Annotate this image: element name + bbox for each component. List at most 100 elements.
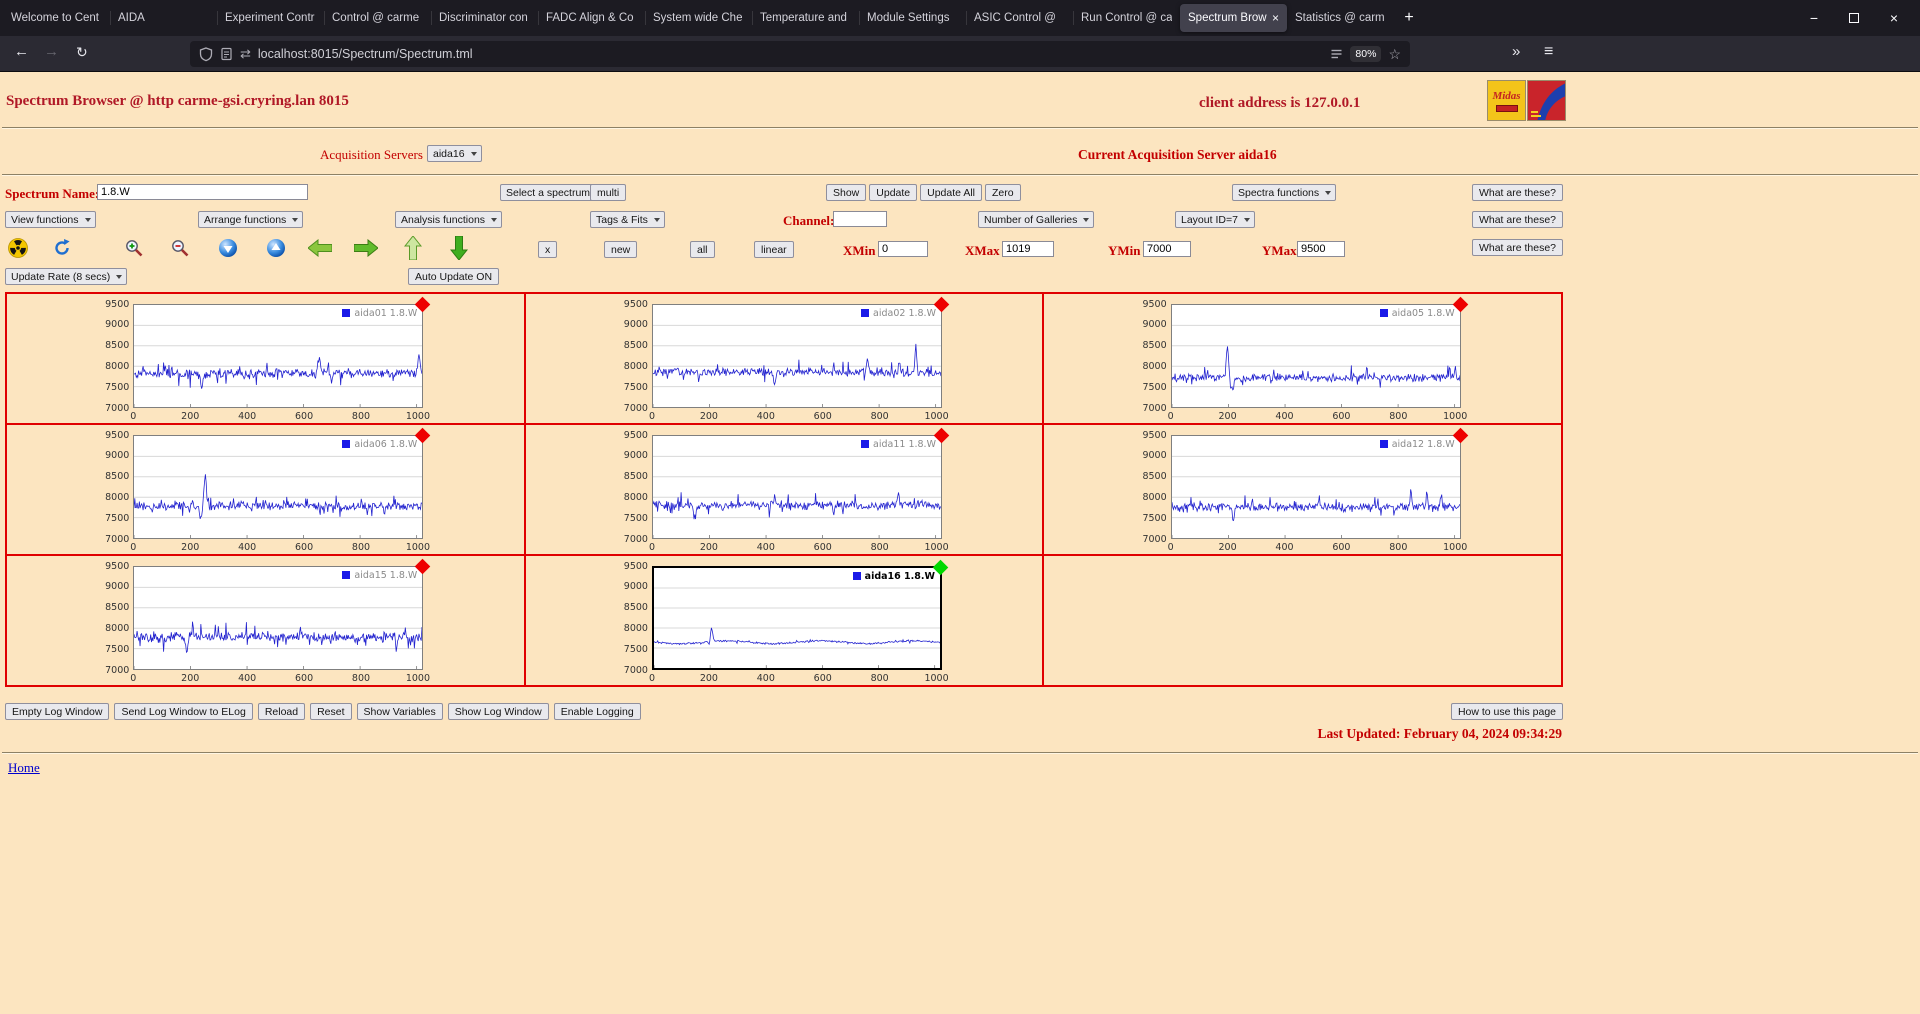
x-tick-label: 800 [870,410,889,422]
bookmark-star-icon[interactable]: ☆ [1388,46,1401,63]
refresh-icon[interactable] [52,238,72,258]
y-tick-label: 7000 [623,402,648,414]
show-log-window-button[interactable]: Show Log Window [447,703,549,720]
window-maximize-button[interactable] [1834,10,1874,26]
window-minimize-button[interactable]: − [1794,10,1834,26]
browser-tab[interactable]: System wide Che [645,4,752,32]
reset-button[interactable]: Reset [310,703,352,720]
tags-fits-select[interactable]: Tags & Fits [590,211,665,228]
page-info-icon[interactable] [220,47,233,61]
tab-title: System wide Che [653,12,743,24]
spectrum-panel-aida15[interactable]: 7000 7500 8000 8500 9000 9500 0 200 400 600 800 100… [6,555,525,686]
linear-button[interactable]: linear [754,241,794,258]
reload-button[interactable]: ↻ [76,44,88,61]
tab-close-icon[interactable]: × [1272,11,1279,25]
browser-tab[interactable]: FADC Align & Co [538,4,645,32]
forward-button[interactable]: → [44,43,59,60]
zero-button[interactable]: Zero [985,184,1021,201]
new-button[interactable]: new [604,241,638,258]
spectrum-panel-aida02[interactable]: 7000 7500 8000 8500 9000 9500 0 200 400 600 800 100… [524,293,1044,424]
spectrum-panel-aida05[interactable]: 7000 7500 8000 8500 9000 9500 0 200 400 600 800 100… [1043,293,1562,424]
green-arrow-left-icon[interactable] [308,239,332,257]
auto-update-toggle[interactable]: Auto Update ON [408,268,500,285]
plot-area[interactable]: aida16 1.8.W [651,559,949,670]
sphere-arrow-down-icon[interactable] [218,238,238,258]
number-of-galleries-select[interactable]: Number of Galleries [978,211,1095,228]
zoom-out-icon[interactable] [170,238,190,258]
new-tab-button[interactable]: + [1394,0,1424,36]
plot-area[interactable]: aida05 1.8.W [1170,296,1468,408]
all-button[interactable]: all [690,241,715,258]
browser-tab[interactable]: AIDA [110,4,217,32]
multi-button[interactable]: multi [590,184,627,201]
zoom-level-badge[interactable]: 80% [1350,46,1382,62]
enable-logging-button[interactable]: Enable Logging [553,703,641,720]
send-log-to-elog-button[interactable]: Send Log Window to ELog [114,703,253,720]
reader-mode-icon[interactable] [1330,48,1343,61]
tab-title: Spectrum Brow [1188,12,1267,24]
spectrum-panel-aida12[interactable]: 7000 7500 8000 8500 9000 9500 0 200 400 600 800 100… [1043,424,1562,555]
spectrum-panel-aida01[interactable]: 7000 7500 8000 8500 9000 9500 0 200 400 600 800 100… [6,293,525,424]
spectrum-panel-aida11[interactable]: 7000 7500 8000 8500 9000 9500 0 200 400 600 800 100… [524,424,1044,555]
browser-tab[interactable]: Statistics @ carm [1287,4,1394,32]
xmin-input[interactable] [878,241,928,257]
y-tick-label: 7000 [1142,402,1167,414]
xmax-input[interactable] [1002,241,1054,257]
plot-area[interactable]: aida06 1.8.W [133,427,431,539]
plot-area[interactable]: aida12 1.8.W [1170,427,1468,539]
x-button[interactable]: x [538,241,558,258]
what-are-these-button-1[interactable]: What are these? [1471,184,1563,201]
url-text[interactable]: localhost:8015/Spectrum/Spectrum.tml [258,47,1324,61]
acquisition-server-select[interactable]: aida16 [427,145,482,162]
plot-area[interactable]: aida01 1.8.W [133,296,431,408]
browser-tab[interactable]: Run Control @ ca [1073,4,1180,32]
browser-tab[interactable]: Control @ carme [324,4,431,32]
browser-tab[interactable]: Temperature and [752,4,859,32]
arrange-functions-select[interactable]: Arrange functions [198,211,304,228]
plot-area[interactable]: aida15 1.8.W [133,558,431,670]
browser-tab[interactable]: Discriminator con [431,4,538,32]
update-rate-select[interactable]: Update Rate (8 secs) [5,268,128,285]
permissions-icon[interactable]: ⇄ [240,46,251,62]
show-variables-button[interactable]: Show Variables [356,703,443,720]
home-link[interactable]: Home [8,760,40,776]
back-button[interactable]: ← [14,43,29,60]
green-arrow-up-icon[interactable] [404,236,422,260]
spectrum-panel-aida16[interactable]: 7000 7500 8000 8500 9000 9500 0 200 400 600 800 100… [524,555,1044,686]
analysis-functions-select[interactable]: Analysis functions [395,211,503,228]
browser-tab[interactable]: Experiment Contr [217,4,324,32]
what-are-these-button-2[interactable]: What are these? [1471,211,1563,228]
shield-icon[interactable] [199,46,213,62]
plot-area[interactable]: aida02 1.8.W [651,296,950,408]
browser-tab[interactable]: Module Settings [859,4,966,32]
update-button[interactable]: Update [869,184,918,201]
show-button[interactable]: Show [826,184,867,201]
empty-log-window-button[interactable]: Empty Log Window [5,703,110,720]
zoom-in-icon[interactable] [124,238,144,258]
green-arrow-down-icon[interactable] [450,236,468,260]
spectrum-panel-aida06[interactable]: 7000 7500 8000 8500 9000 9500 0 200 400 600 800 100… [6,424,525,555]
channel-input[interactable] [833,211,887,227]
browser-tab-active[interactable]: Spectrum Brow × [1180,4,1287,32]
window-close-button[interactable]: × [1874,10,1914,26]
sphere-arrow-up-icon[interactable] [266,238,286,258]
ymax-input[interactable] [1297,241,1345,257]
green-arrow-right-icon[interactable] [354,239,378,257]
what-are-these-button-3[interactable]: What are these? [1471,239,1563,256]
legend-marker [1379,309,1388,317]
radiation-icon[interactable] [8,238,28,258]
plot-area[interactable]: aida11 1.8.W [651,427,950,539]
ymin-input[interactable] [1143,241,1191,257]
spectrum-name-input[interactable] [97,184,308,200]
url-bar[interactable]: ⇄ localhost:8015/Spectrum/Spectrum.tml 8… [190,41,1410,67]
update-all-button[interactable]: Update All [920,184,982,201]
browser-tab[interactable]: Welcome to Cent [3,4,110,32]
spectra-functions-select[interactable]: Spectra functions [1232,184,1337,201]
browser-tab[interactable]: ASIC Control @ [966,4,1073,32]
reload-page-button[interactable]: Reload [257,703,306,720]
menu-hamburger-icon[interactable]: ≡ [1544,43,1553,61]
layout-id-select[interactable]: Layout ID=7 [1175,211,1255,228]
how-to-use-button[interactable]: How to use this page [1450,703,1563,720]
overflow-chevron-icon[interactable]: » [1512,43,1520,60]
view-functions-select[interactable]: View functions [5,211,96,228]
